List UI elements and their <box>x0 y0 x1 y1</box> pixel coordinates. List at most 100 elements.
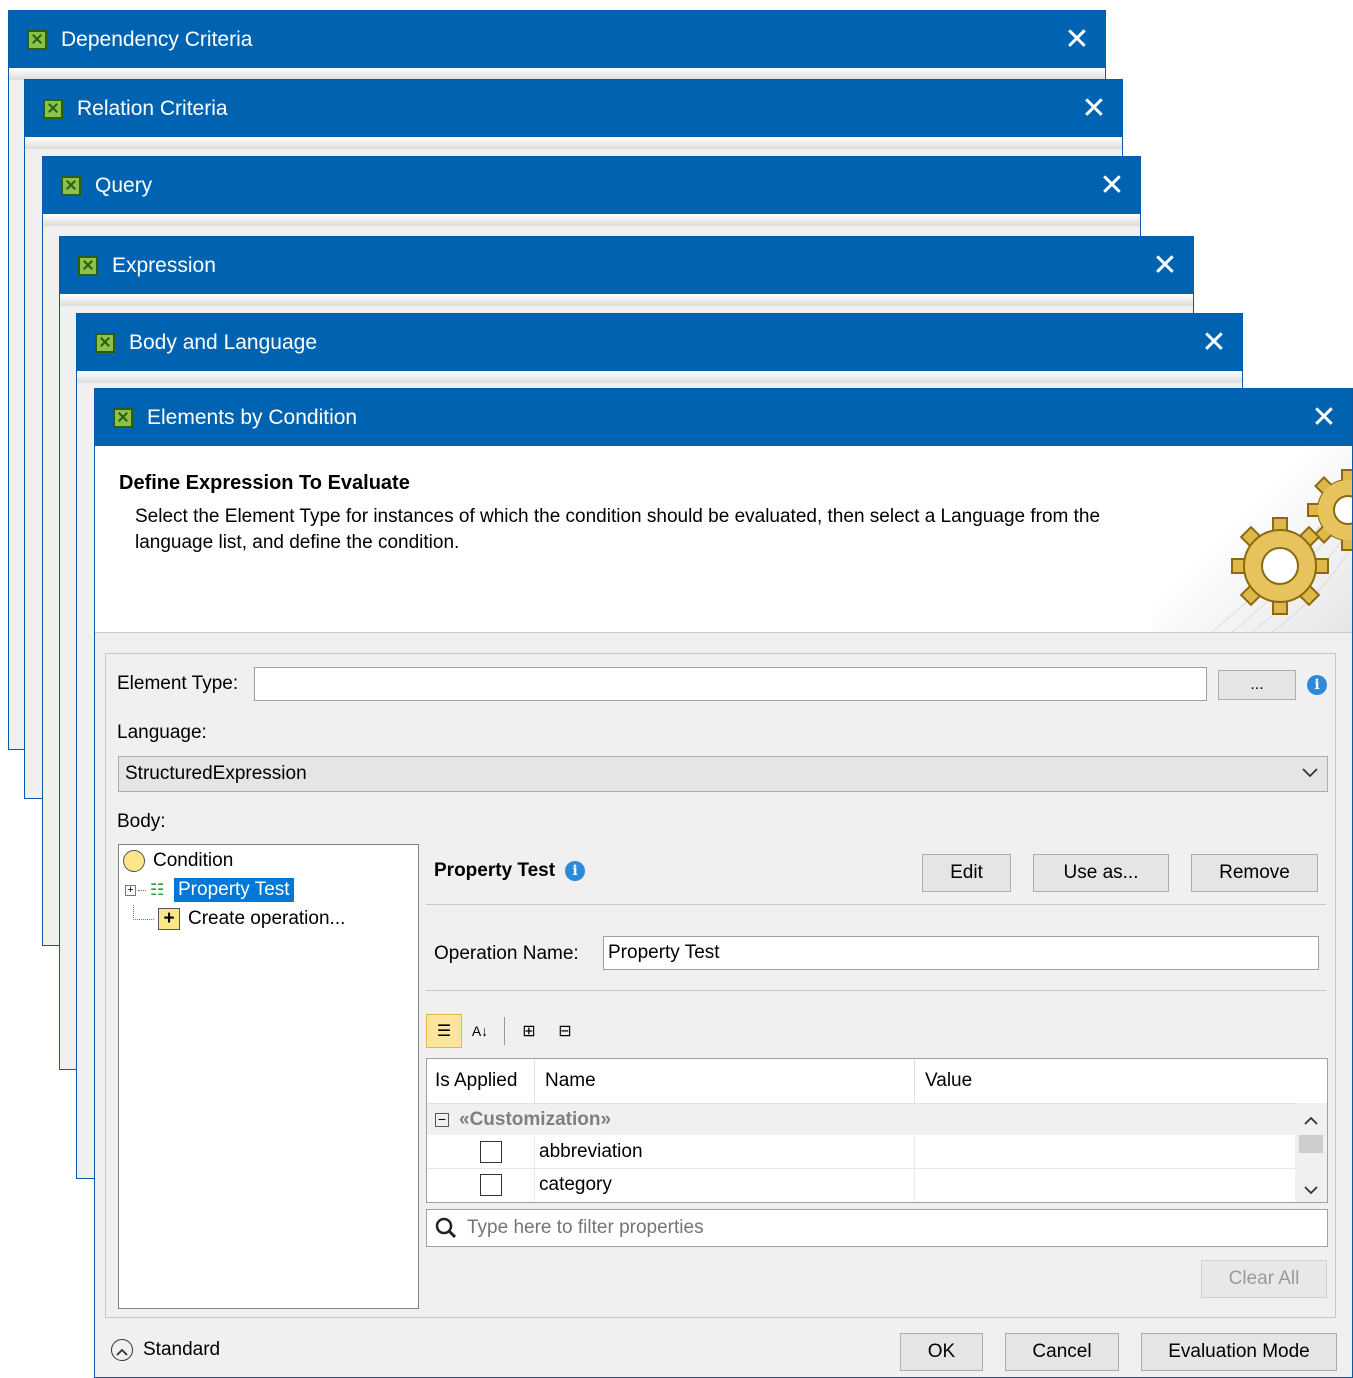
tree-item-label: Create operation... <box>188 908 346 929</box>
language-select[interactable]: StructuredExpression <box>118 756 1328 792</box>
use-as-button[interactable]: Use as... <box>1033 854 1169 892</box>
close-icon[interactable]: ✕ <box>1137 237 1193 294</box>
window-body <box>25 137 1122 149</box>
column-header-is-applied[interactable]: Is Applied <box>427 1059 535 1103</box>
standard-label: Standard <box>143 1339 221 1360</box>
info-icon[interactable]: i <box>1307 675 1327 695</box>
edit-button[interactable]: Edit <box>922 854 1011 892</box>
window-title: Query <box>95 173 153 197</box>
table-row[interactable]: abbreviation <box>427 1136 1295 1169</box>
element-type-field[interactable] <box>254 667 1207 701</box>
filter-box <box>426 1209 1328 1247</box>
evaluation-mode-button[interactable]: Evaluation Mode <box>1141 1333 1337 1371</box>
standard-toggle[interactable]: Standard <box>111 1339 220 1361</box>
name-cell: category <box>535 1169 915 1201</box>
collapse-all-icon[interactable]: ⊟ <box>547 1014 583 1048</box>
group-label: «Customization» <box>459 1108 612 1130</box>
browse-button[interactable]: ... <box>1218 670 1296 700</box>
sort-alphabetical-icon[interactable]: A↓ <box>462 1014 498 1048</box>
window-title: Elements by Condition <box>147 405 358 429</box>
condition-icon <box>123 850 145 872</box>
close-icon[interactable]: ✕ <box>1084 157 1140 214</box>
clear-all-button[interactable]: Clear All <box>1201 1260 1327 1298</box>
chevron-down-icon <box>1293 765 1327 783</box>
window-body <box>60 294 1193 306</box>
tree-connector <box>133 904 154 920</box>
window-body <box>77 371 1242 383</box>
ok-button[interactable]: OK <box>900 1333 983 1371</box>
operation-name-field[interactable]: Property Test <box>603 936 1319 970</box>
app-icon <box>113 407 133 428</box>
is-applied-checkbox[interactable] <box>479 1174 502 1196</box>
grid-toolbar: ☰ A↓ ⊞ ⊟ <box>426 1012 583 1050</box>
property-test-icon: ☷ <box>150 882 165 899</box>
cancel-button[interactable]: Cancel <box>1005 1333 1119 1371</box>
search-icon <box>435 1217 457 1239</box>
close-icon[interactable]: ✕ <box>1186 314 1242 371</box>
scroll-thumb[interactable] <box>1299 1135 1323 1153</box>
body-tree[interactable]: Condition + ☷ Property Test + Create ope… <box>118 844 419 1309</box>
name-cell: abbreviation <box>535 1136 915 1168</box>
close-icon[interactable]: ✕ <box>1049 11 1105 68</box>
window-title: Body and Language <box>129 330 318 354</box>
filter-input[interactable] <box>465 1216 1327 1240</box>
operation-name-label: Operation Name: <box>434 943 579 964</box>
tree-item-label: Property Test <box>174 878 294 902</box>
language-select-value: StructuredExpression <box>125 763 307 784</box>
add-icon: + <box>158 908 180 930</box>
app-icon <box>61 175 81 196</box>
info-icon[interactable]: i <box>565 861 586 881</box>
collapse-icon[interactable]: − <box>435 1112 449 1127</box>
titlebar[interactable]: Dependency Criteria ✕ <box>9 11 1105 68</box>
column-header-name[interactable]: Name <box>535 1059 915 1103</box>
table-row[interactable]: category <box>427 1169 1295 1201</box>
is-applied-checkbox[interactable] <box>479 1141 502 1163</box>
column-header-value[interactable]: Value <box>915 1059 1295 1103</box>
tree-connector <box>138 889 146 891</box>
toolbar-separator <box>504 1017 505 1045</box>
group-row[interactable]: − «Customization» <box>427 1104 1295 1135</box>
content-panel: Element Type: ... i Language: Structured… <box>105 653 1336 1318</box>
app-icon <box>95 332 115 353</box>
vertical-scrollbar[interactable] <box>1295 1103 1327 1202</box>
categorized-view-icon[interactable]: ☰ <box>426 1014 462 1048</box>
scroll-down-icon[interactable] <box>1295 1179 1327 1201</box>
header-description: Select the Element Type for instances of… <box>135 506 1101 553</box>
titlebar[interactable]: Body and Language ✕ <box>77 314 1242 371</box>
value-cell[interactable] <box>915 1136 1295 1168</box>
gears-icon <box>1152 446 1353 633</box>
titlebar[interactable]: Relation Criteria ✕ <box>25 80 1122 137</box>
scroll-up-icon[interactable] <box>1295 1109 1327 1131</box>
app-icon <box>43 98 63 119</box>
titlebar[interactable]: Expression ✕ <box>60 237 1193 294</box>
is-applied-cell <box>427 1136 535 1168</box>
properties-grid: Is Applied Name Value − «Customization» … <box>426 1058 1328 1203</box>
remove-button[interactable]: Remove <box>1191 854 1318 892</box>
element-type-label: Element Type: <box>117 673 239 694</box>
expand-icon[interactable]: + <box>125 884 136 896</box>
close-icon[interactable]: ✕ <box>1296 389 1352 446</box>
is-applied-cell <box>427 1169 535 1201</box>
titlebar[interactable]: Query ✕ <box>43 157 1140 214</box>
window-title: Expression <box>112 253 216 277</box>
divider <box>426 904 1326 905</box>
titlebar[interactable]: Elements by Condition ✕ <box>95 389 1352 446</box>
expand-all-icon[interactable]: ⊞ <box>511 1014 547 1048</box>
app-icon <box>78 255 98 276</box>
tree-item-condition[interactable]: Condition <box>123 847 233 875</box>
close-icon[interactable]: ✕ <box>1066 80 1122 137</box>
app-icon <box>27 29 47 50</box>
value-cell[interactable] <box>915 1169 1295 1201</box>
language-label: Language: <box>117 722 207 743</box>
dialog-header: Define Expression To Evaluate Select the… <box>95 446 1353 633</box>
tree-item-property-test[interactable]: + ☷ Property Test <box>125 876 294 904</box>
details-title: Property Test i <box>434 860 586 882</box>
body-label: Body: <box>117 811 166 832</box>
window-title: Dependency Criteria <box>61 27 253 51</box>
window-title: Relation Criteria <box>77 96 228 120</box>
window-body <box>43 214 1140 226</box>
header-title: Define Expression To Evaluate <box>119 472 410 494</box>
tree-item-label: Condition <box>153 850 234 871</box>
divider <box>426 990 1326 991</box>
tree-item-create-operation[interactable]: + Create operation... <box>133 904 346 933</box>
